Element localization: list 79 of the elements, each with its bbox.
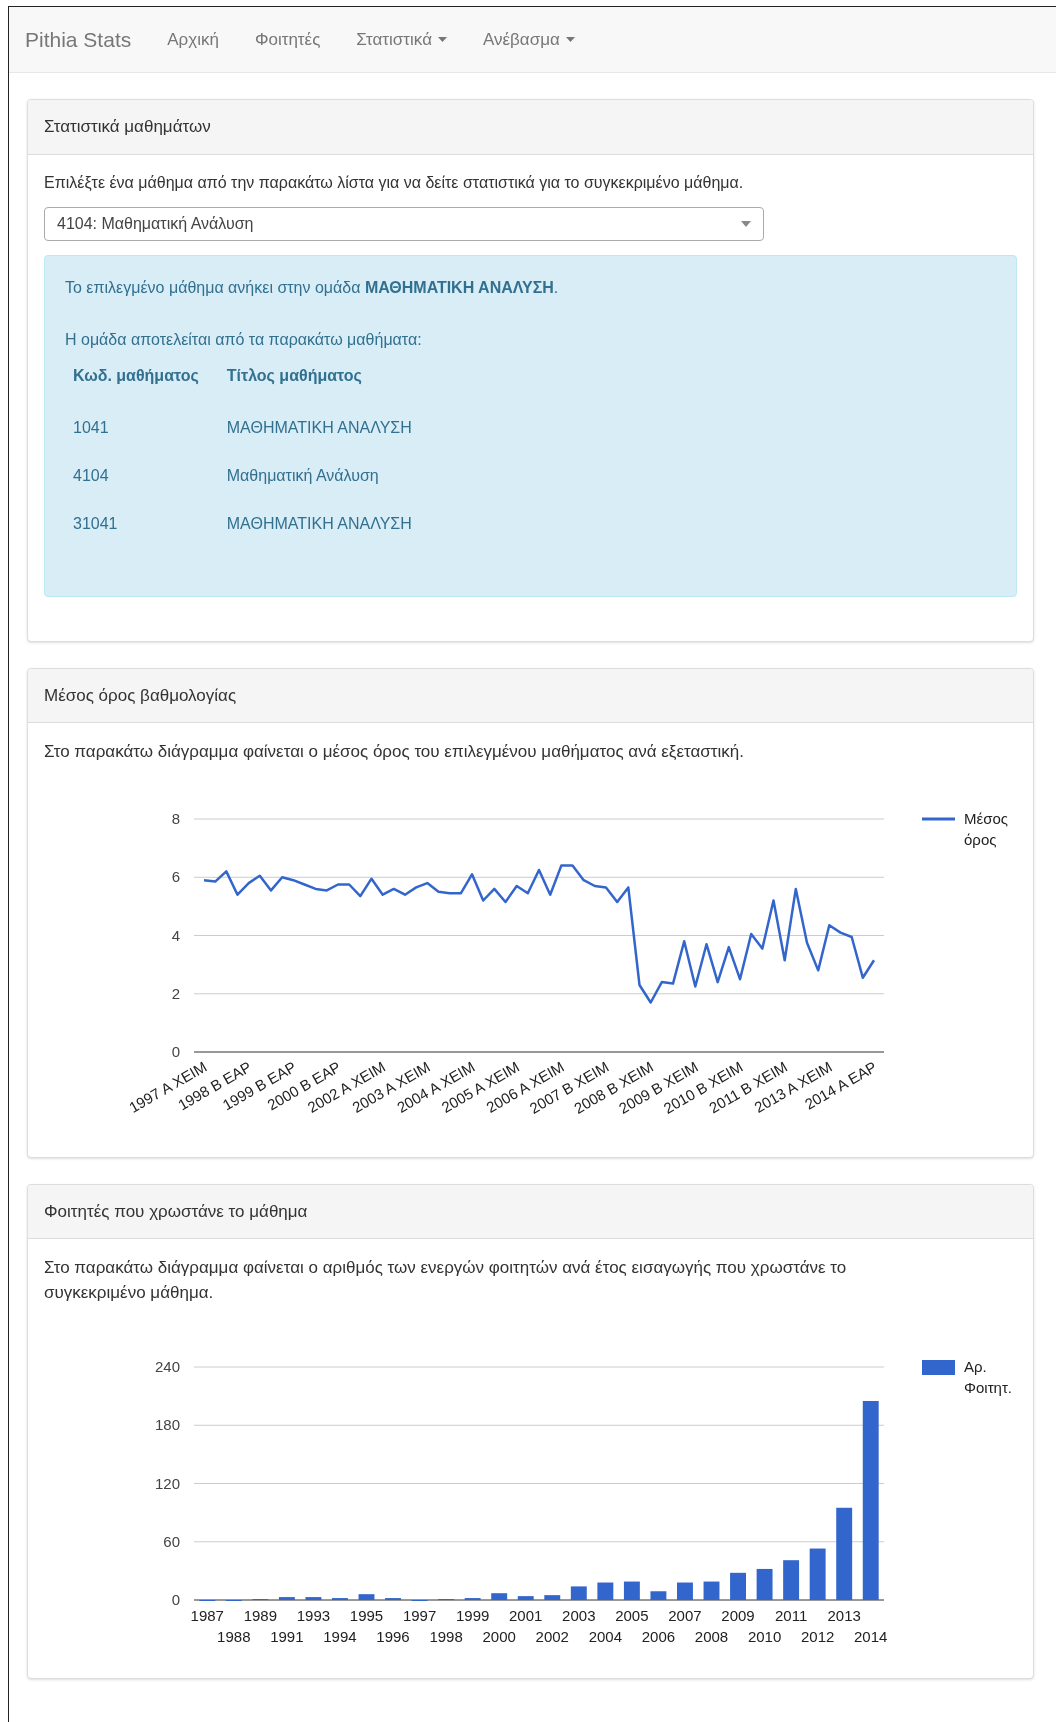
x-tick-label: 1987 [190,1607,224,1624]
x-tick-label: 1999 [455,1607,490,1624]
legend-line [922,817,955,820]
chart-description: Στο παρακάτω διάγραμμα φαίνεται ο μέσος όρος του επιλεγμένου μαθήματος ανά εξεταστική. [44,741,745,763]
panel-title: Στατιστικά μαθημάτων [44,117,211,136]
x-tick-label: 2013 [827,1607,861,1624]
table-cell-text: 4104 [72,465,110,486]
y-tick-label: 240 [154,1358,180,1375]
x-tick-label: 1998 [429,1628,463,1645]
nav-link[interactable]: Φοιτητές [254,26,321,53]
legend-label: Μέσος όρος [964,809,1008,848]
bar [730,1572,746,1600]
intro-text: Επιλέξτε ένα μάθημα από την παρακάτω λίστα για να δείτε στατιστικά για το συγκεκριμένο μάθημα. [44,172,745,193]
x-tick-label: 2007 [668,1607,702,1624]
bar [809,1548,826,1600]
x-tick-label: 2012 [800,1628,835,1645]
x-tick-label: 1995 [349,1607,384,1624]
x-tick-label: 2008 [694,1628,729,1645]
members-text: Η ομάδα αποτελείται από τα παρακάτω μαθήματα: [65,329,423,350]
x-tick-label: 1988 [217,1628,251,1645]
table-cell-text: 31041 [72,513,119,534]
y-tick-label: 4 [171,926,180,943]
nav-link[interactable]: Ανέβασμα [482,26,575,53]
x-tick-label: 1989 [243,1607,278,1624]
bar [544,1595,561,1600]
brand-link[interactable]: Pithia Stats [25,23,132,56]
y-tick-label: 0 [171,1591,180,1608]
y-tick-label: 8 [171,809,180,827]
bar [597,1582,614,1600]
bar [650,1591,667,1600]
dropdown-arrow-icon [741,220,751,227]
x-tick-label: 2002 [535,1628,569,1645]
x-tick-label: 2010 [747,1628,782,1645]
x-tick-label: 2004 [588,1628,623,1645]
bar [305,1597,322,1600]
table-cell-text: Μαθηματική Ανάλυση [225,465,380,486]
x-tick-label: 2006 [641,1628,676,1645]
course-select[interactable]: 4104: Μαθηματική Ανάλυση [44,206,764,241]
nav-link[interactable]: Στατιστικά [356,26,447,53]
bar [703,1581,720,1600]
bar [570,1586,587,1600]
y-tick-label: 120 [154,1474,180,1492]
y-tick-label: 2 [171,984,180,1002]
nav-link[interactable]: Αρχική [167,26,219,53]
group-text: Το επιλεγμένο μάθημα ανήκει στην ομάδα ΜΑΘΗΜΑΤΙΚΗ ΑΝΑΛΥΣΗ. [65,277,560,298]
y-tick-label: 180 [154,1416,180,1434]
x-tick-label: 2001 [509,1607,543,1624]
x-tick-label: 1994 [323,1628,357,1645]
chart-description: Στο παρακάτω διάγραμμα φαίνεται ο αριθμός των ενεργών φοιτητών ανά έτος εισαγωγής που χρωστάνε το συγκεκριμένο μάθημα. [44,1257,848,1304]
bar [756,1568,773,1600]
legend-swatch [922,1360,955,1375]
x-tick-label: 2014 [854,1628,888,1645]
table-cell-text: ΜΑΘΗΜΑΤΙΚΗ ΑΝΑΛΥΣΗ [225,513,413,534]
bar [623,1581,640,1600]
bar [358,1594,375,1600]
y-tick-label: 6 [171,867,180,885]
x-tick-label: 1997 [402,1607,437,1624]
x-tick-label: 2005 [615,1607,649,1624]
column-header: Κωδ. μαθήματος [72,365,200,386]
legend-label: Αρ. Φοιτητ. [964,1358,1012,1396]
x-tick-label: 2003 [562,1607,596,1624]
table-cell-text: ΜΑΘΗΜΑΤΙΚΗ ΑΝΑΛΥΣΗ [225,417,413,438]
x-tick-label: 1996 [376,1628,410,1645]
bar [517,1596,534,1600]
column-header: Τίτλος μαθήματος [225,365,363,386]
bar [677,1582,693,1600]
table-cell-text: 1041 [72,417,110,438]
x-tick-label: 1993 [296,1607,331,1624]
y-tick-label: 0 [171,1042,180,1060]
panel-title: Μέσος όρος βαθμολογίας [44,685,237,705]
y-tick-label: 60 [163,1532,180,1550]
bar [491,1593,508,1600]
panel-title: Φοιτητές που χρωστάνε το μάθημα [44,1201,308,1221]
x-tick-label: 2009 [721,1607,755,1624]
x-tick-label: 2000 [482,1628,516,1645]
x-tick-label: 2011 [775,1607,808,1624]
bar [783,1560,800,1600]
bar [278,1597,295,1600]
x-tick-label: 1991 [270,1628,304,1645]
